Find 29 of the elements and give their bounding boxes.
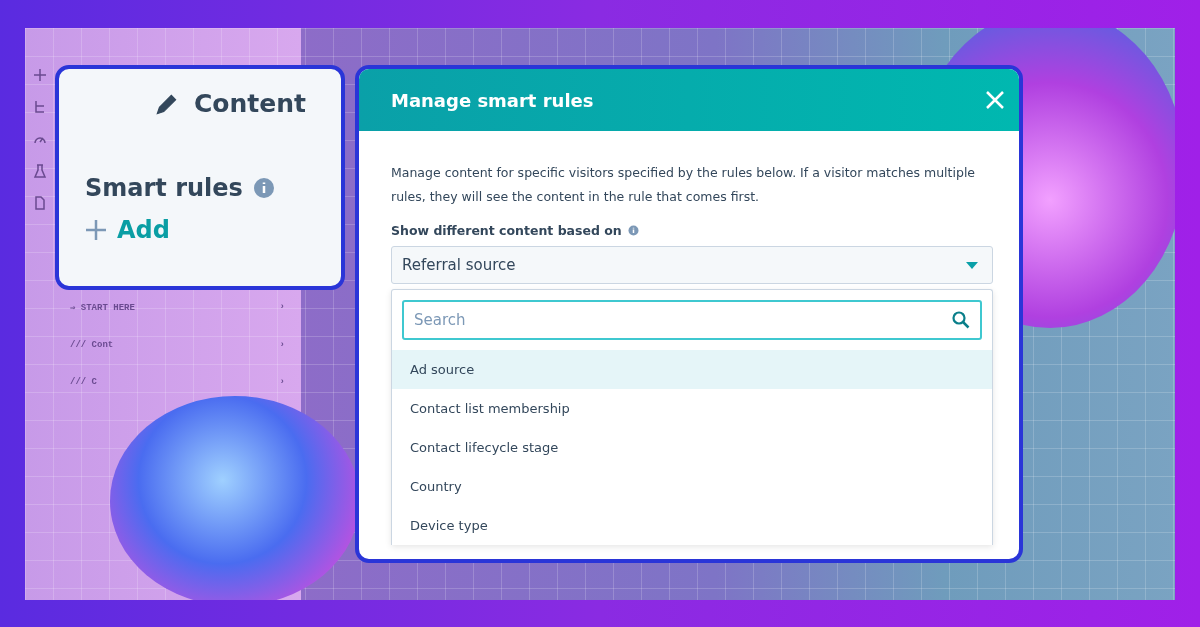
modal-title: Manage smart rules	[391, 89, 594, 111]
flask-icon[interactable]	[33, 164, 47, 178]
description-text: Manage content for specific visitors specified by the rules below. If a visitor matches multiple rules, they will see the content in the rule that comes first.	[391, 164, 977, 206]
outline-item[interactable]: /// C	[70, 377, 97, 387]
dropdown-option[interactable]: Contact list membership	[392, 389, 992, 428]
panel-title: Content	[194, 89, 306, 118]
dropdown-option[interactable]: Country	[392, 467, 992, 506]
caret-icon	[966, 261, 978, 269]
select-dropdown[interactable]: Referral source	[391, 246, 993, 284]
dropdown-option[interactable]: Device type	[392, 506, 992, 545]
section-heading: Smart rules	[85, 174, 243, 202]
chevron-icon[interactable]: ›	[279, 302, 285, 313]
info-icon	[627, 225, 639, 236]
plus-icon[interactable]	[33, 68, 47, 82]
search-icon	[952, 311, 970, 329]
page-icon[interactable]	[33, 196, 47, 210]
dropdown-option[interactable]: Ad source	[392, 350, 992, 389]
outline-item[interactable]: /// Cont	[70, 340, 114, 350]
chevron-icon[interactable]: ›	[279, 377, 285, 387]
close-icon	[985, 90, 1005, 110]
plus-icon	[85, 219, 107, 241]
search-field[interactable]: Search	[402, 300, 982, 340]
add-button[interactable]: Add	[85, 216, 170, 244]
dropdown-option[interactable]: Contact lifecycle stage	[392, 428, 992, 467]
tree-icon[interactable]	[33, 100, 47, 114]
field-label: Show different content based on	[391, 223, 622, 238]
chevron-icon[interactable]: ›	[279, 340, 285, 350]
info-icon	[252, 177, 275, 199]
outline-item[interactable]: ⇒ START HERE	[70, 302, 135, 313]
